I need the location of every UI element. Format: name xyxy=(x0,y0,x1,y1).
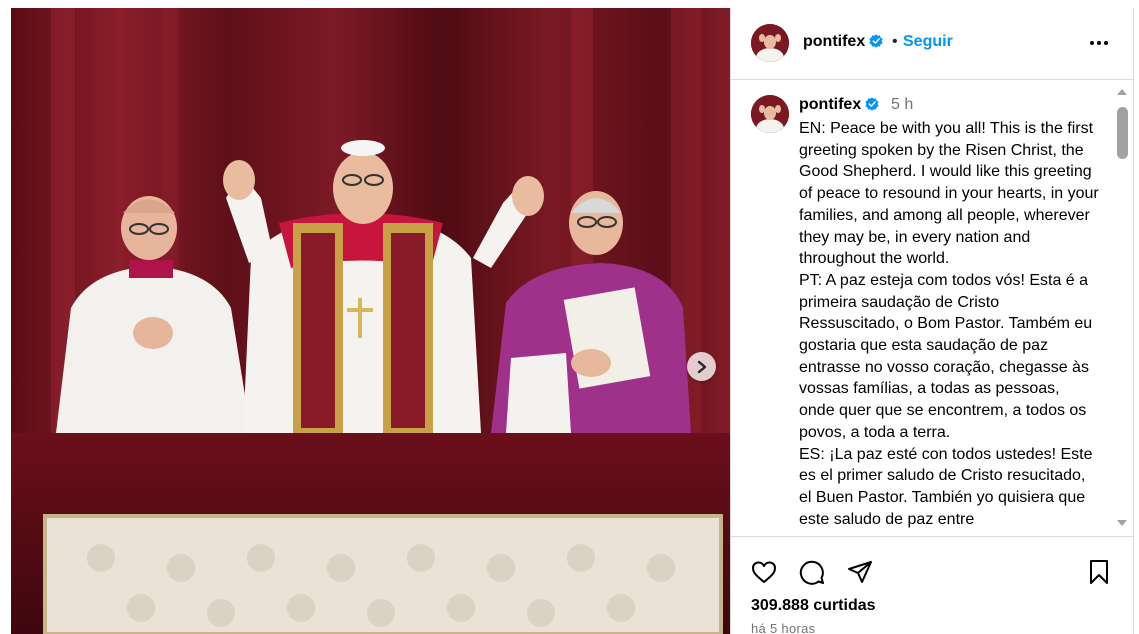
share-button[interactable] xyxy=(845,557,875,587)
action-bar: 309.888 curtidas há 5 horas xyxy=(731,536,1134,634)
username-text[interactable]: pontifex xyxy=(803,33,865,50)
post-timestamp[interactable]: há 5 horas xyxy=(751,621,815,634)
save-button[interactable] xyxy=(1084,557,1114,587)
scrollbar-thumb[interactable] xyxy=(1117,107,1128,159)
bookmark-icon xyxy=(1090,560,1108,584)
comment-button[interactable] xyxy=(797,557,827,587)
heart-icon xyxy=(752,561,776,583)
verified-badge-icon xyxy=(865,97,879,111)
like-button[interactable] xyxy=(749,557,779,587)
avatar-image xyxy=(751,24,789,62)
scroll-down-arrow-icon[interactable] xyxy=(1116,519,1128,528)
header-username[interactable]: pontifex xyxy=(803,33,883,51)
chevron-right-icon xyxy=(697,360,706,373)
comment-icon xyxy=(799,560,824,585)
avatar[interactable] xyxy=(751,24,789,62)
instagram-post-modal: pontifex • Seguir pontifex 5 h EN: Peace… xyxy=(0,0,1139,634)
more-options-button[interactable] xyxy=(1086,30,1112,56)
scrollbar[interactable] xyxy=(1113,81,1131,536)
scroll-up-arrow-icon[interactable] xyxy=(1116,87,1128,96)
follow-button[interactable]: Seguir xyxy=(903,33,953,51)
caption-avatar[interactable] xyxy=(751,95,789,133)
share-icon xyxy=(848,561,872,583)
verified-badge-icon xyxy=(869,34,883,48)
post-side-panel: pontifex • Seguir pontifex 5 h EN: Peace… xyxy=(730,8,1134,634)
avatar-image xyxy=(751,95,789,133)
post-image[interactable] xyxy=(11,8,730,634)
username-text[interactable]: pontifex xyxy=(799,96,861,113)
separator-dot: • xyxy=(892,33,898,50)
balcony-photo xyxy=(11,8,730,634)
caption-time[interactable]: 5 h xyxy=(891,96,913,114)
caption-text: EN: Peace be with you all! This is the f… xyxy=(799,120,1099,528)
more-options-icon xyxy=(1090,41,1108,45)
post-header: pontifex • Seguir xyxy=(731,8,1134,80)
next-image-button[interactable] xyxy=(687,352,716,381)
caption-area[interactable]: pontifex 5 h EN: Peace be with you all! … xyxy=(731,81,1134,536)
likes-count[interactable]: 309.888 curtidas xyxy=(751,597,876,615)
caption-username[interactable]: pontifex xyxy=(799,96,879,114)
